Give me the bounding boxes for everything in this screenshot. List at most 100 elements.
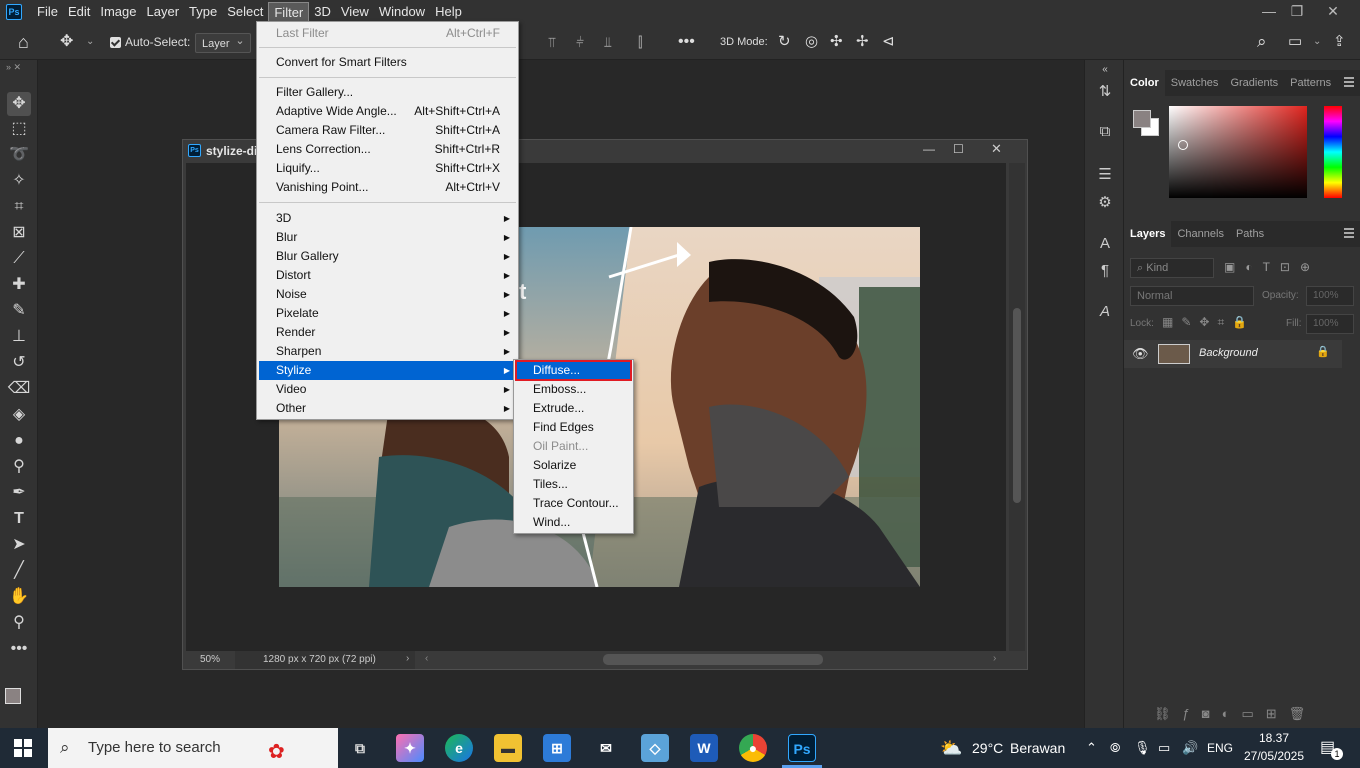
eye-icon[interactable]: 👁 (1132, 346, 1149, 362)
menu-item-camera-raw[interactable]: Camera Raw Filter... Shift+Ctrl+A (259, 121, 516, 140)
type-tool-icon[interactable]: T (7, 507, 31, 531)
paint-bucket-icon[interactable]: ◈ (7, 403, 31, 427)
menu-item-blur-gallery[interactable]: Blur Gallery ▶ (259, 247, 516, 266)
menu-file[interactable]: File (32, 2, 63, 22)
microsoft-store-icon[interactable]: ⊞ (543, 734, 571, 762)
chevron-down-icon[interactable]: ⌄ (86, 24, 94, 60)
taskbar-search-box[interactable]: ⌕ Type here to search ✿ (48, 728, 338, 768)
doc-close-icon[interactable]: ✕ (991, 141, 1002, 157)
zoom-level[interactable]: 50% (200, 654, 220, 665)
workspace-icon[interactable]: ▭ (1288, 24, 1302, 60)
menu-layer[interactable]: Layer (142, 2, 185, 22)
adjustments-panel-icon[interactable]: ⚙ (1093, 191, 1117, 215)
menu-item-lens-correction[interactable]: Lens Correction... Shift+Ctrl+R (259, 140, 516, 159)
layer-name[interactable]: Background (1199, 347, 1258, 359)
foreground-color-swatch[interactable] (5, 688, 21, 704)
menu-item-noise[interactable]: Noise ▶ (259, 285, 516, 304)
tab-paths[interactable]: Paths (1230, 221, 1270, 247)
3d-panel-icon[interactable]: ⧉ (1093, 120, 1117, 144)
submenu-item-wind[interactable]: Wind... (516, 513, 631, 532)
menu-item-liquify[interactable]: Liquify... Shift+Ctrl+X (259, 159, 516, 178)
mail-icon[interactable]: ✉ (592, 734, 620, 762)
doc-minimize-icon[interactable]: — (923, 142, 935, 156)
layers-panel-menu-icon[interactable] (1344, 228, 1354, 238)
layer-row[interactable]: 👁 Background 🔒 (1124, 340, 1342, 368)
expand-panels-icon[interactable]: « (1093, 58, 1117, 82)
marquee-tool-icon[interactable]: ⬚ (7, 117, 31, 141)
path-select-icon[interactable]: ➤ (7, 533, 31, 557)
magic-wand-icon[interactable]: ✧ (7, 169, 31, 193)
menu-item-filter-gallery[interactable]: Filter Gallery... (259, 83, 516, 102)
3d-roll-icon[interactable]: ◎ (805, 24, 818, 60)
photoshop-taskbar-icon[interactable]: Ps (788, 734, 816, 762)
word-icon[interactable]: W (690, 734, 718, 762)
frame-tool-icon[interactable]: ⊠ (7, 221, 31, 245)
properties-panel-icon[interactable]: ☰ (1093, 163, 1117, 187)
color-panel-menu-icon[interactable] (1344, 77, 1354, 87)
submenu-item-oil-paint[interactable]: Oil Paint... (516, 437, 631, 456)
glyphs-panel-icon[interactable]: A (1093, 300, 1117, 324)
more-tools-icon[interactable]: ••• (7, 637, 31, 661)
weather-temp[interactable]: 29°C (972, 728, 1003, 768)
menu-item-adaptive-wide-angle[interactable]: Adaptive Wide Angle... Alt+Shift+Ctrl+A (259, 102, 516, 121)
minimize-icon[interactable]: — (1254, 0, 1284, 22)
menu-edit[interactable]: Edit (63, 2, 95, 22)
hand-tool-icon[interactable]: ✋ (7, 585, 31, 609)
color-foreground-swatch[interactable] (1133, 110, 1151, 128)
scroll-right-icon[interactable]: › (993, 653, 996, 664)
edge-browser-icon[interactable]: e (445, 734, 473, 762)
opacity-field[interactable]: 100% (1306, 286, 1354, 306)
menu-item-last-filter[interactable]: Last Filter Alt+Ctrl+F (259, 24, 516, 43)
clock-date[interactable]: 27/05/2025 (1242, 749, 1306, 763)
menu-filter[interactable]: Filter (268, 2, 310, 22)
layer-filter-icons[interactable]: ▣◐T⊡⊕ (1224, 260, 1320, 274)
meet-now-icon[interactable]: ⦾ (1110, 728, 1120, 768)
move-tool-icon[interactable]: ✥ (7, 92, 31, 116)
menu-item-render[interactable]: Render ▶ (259, 323, 516, 342)
horizontal-scroll-thumb[interactable] (603, 654, 823, 665)
crop-tool-icon[interactable]: ⌗ (7, 195, 31, 219)
network-icon[interactable]: ▭ (1158, 728, 1170, 768)
color-field[interactable] (1169, 106, 1307, 198)
submenu-item-extrude[interactable]: Extrude... (516, 399, 631, 418)
3d-scale-icon[interactable]: ⊲ (882, 24, 895, 60)
lasso-tool-icon[interactable]: ➰ (7, 143, 31, 167)
status-arrow-icon[interactable]: › (406, 653, 409, 664)
task-view-icon[interactable]: ⧉ (346, 734, 374, 762)
menu-item-video[interactable]: Video ▶ (259, 380, 516, 399)
scroll-left-icon[interactable]: ‹ (425, 653, 428, 664)
layer-kind-filter[interactable]: ⌕ Kind (1130, 258, 1214, 278)
menu-image[interactable]: Image (95, 2, 141, 22)
menu-type[interactable]: Type (184, 2, 222, 22)
collapse-icon[interactable]: » ✕ (6, 62, 21, 73)
search-icon[interactable]: ⌕ (1257, 24, 1267, 60)
vertical-scroll-thumb[interactable] (1013, 308, 1021, 503)
align-middle-icon[interactable]: ⫩ (576, 24, 584, 60)
menu-item-3d[interactable]: 3D ▶ (259, 209, 516, 228)
tab-layers[interactable]: Layers (1124, 221, 1172, 247)
3d-orbit-icon[interactable]: ↻ (778, 24, 791, 60)
menu-view[interactable]: View (336, 2, 374, 22)
clock-time[interactable]: 18.37 (1242, 731, 1306, 745)
submenu-item-diffuse[interactable]: Diffuse... (515, 360, 632, 381)
tab-patterns[interactable]: Patterns (1284, 70, 1337, 96)
menu-item-pixelate[interactable]: Pixelate ▶ (259, 304, 516, 323)
microphone-icon[interactable]: 🎙 (1134, 728, 1151, 768)
lock-icons[interactable]: ▦✎✥⌗🔒 (1162, 315, 1255, 330)
align-top-icon[interactable]: ⫪ (548, 24, 556, 60)
language-indicator[interactable]: ENG (1207, 728, 1233, 768)
auto-select-checkbox[interactable]: Auto-Select: (110, 24, 190, 60)
menu-item-other[interactable]: Other ▶ (259, 399, 516, 418)
submenu-item-trace-contour[interactable]: Trace Contour... (516, 494, 631, 513)
document-info[interactable]: 1280 px x 720 px (72 ppi) (263, 654, 376, 665)
3d-slide-icon[interactable]: ✢ (856, 24, 869, 60)
document-tab-title[interactable]: stylize-dif (206, 144, 261, 158)
menu-item-blur[interactable]: Blur ▶ (259, 228, 516, 247)
windows-start-icon[interactable] (14, 739, 32, 757)
chevron-up-icon[interactable]: ⌃ (1086, 728, 1097, 768)
dodge-tool-icon[interactable]: ⚲ (7, 455, 31, 479)
auto-select-target-dropdown[interactable]: Layer (195, 31, 251, 53)
hue-slider[interactable] (1324, 106, 1342, 198)
eyedropper-icon[interactable]: ⟋ (7, 247, 31, 271)
submenu-item-solarize[interactable]: Solarize (516, 456, 631, 475)
